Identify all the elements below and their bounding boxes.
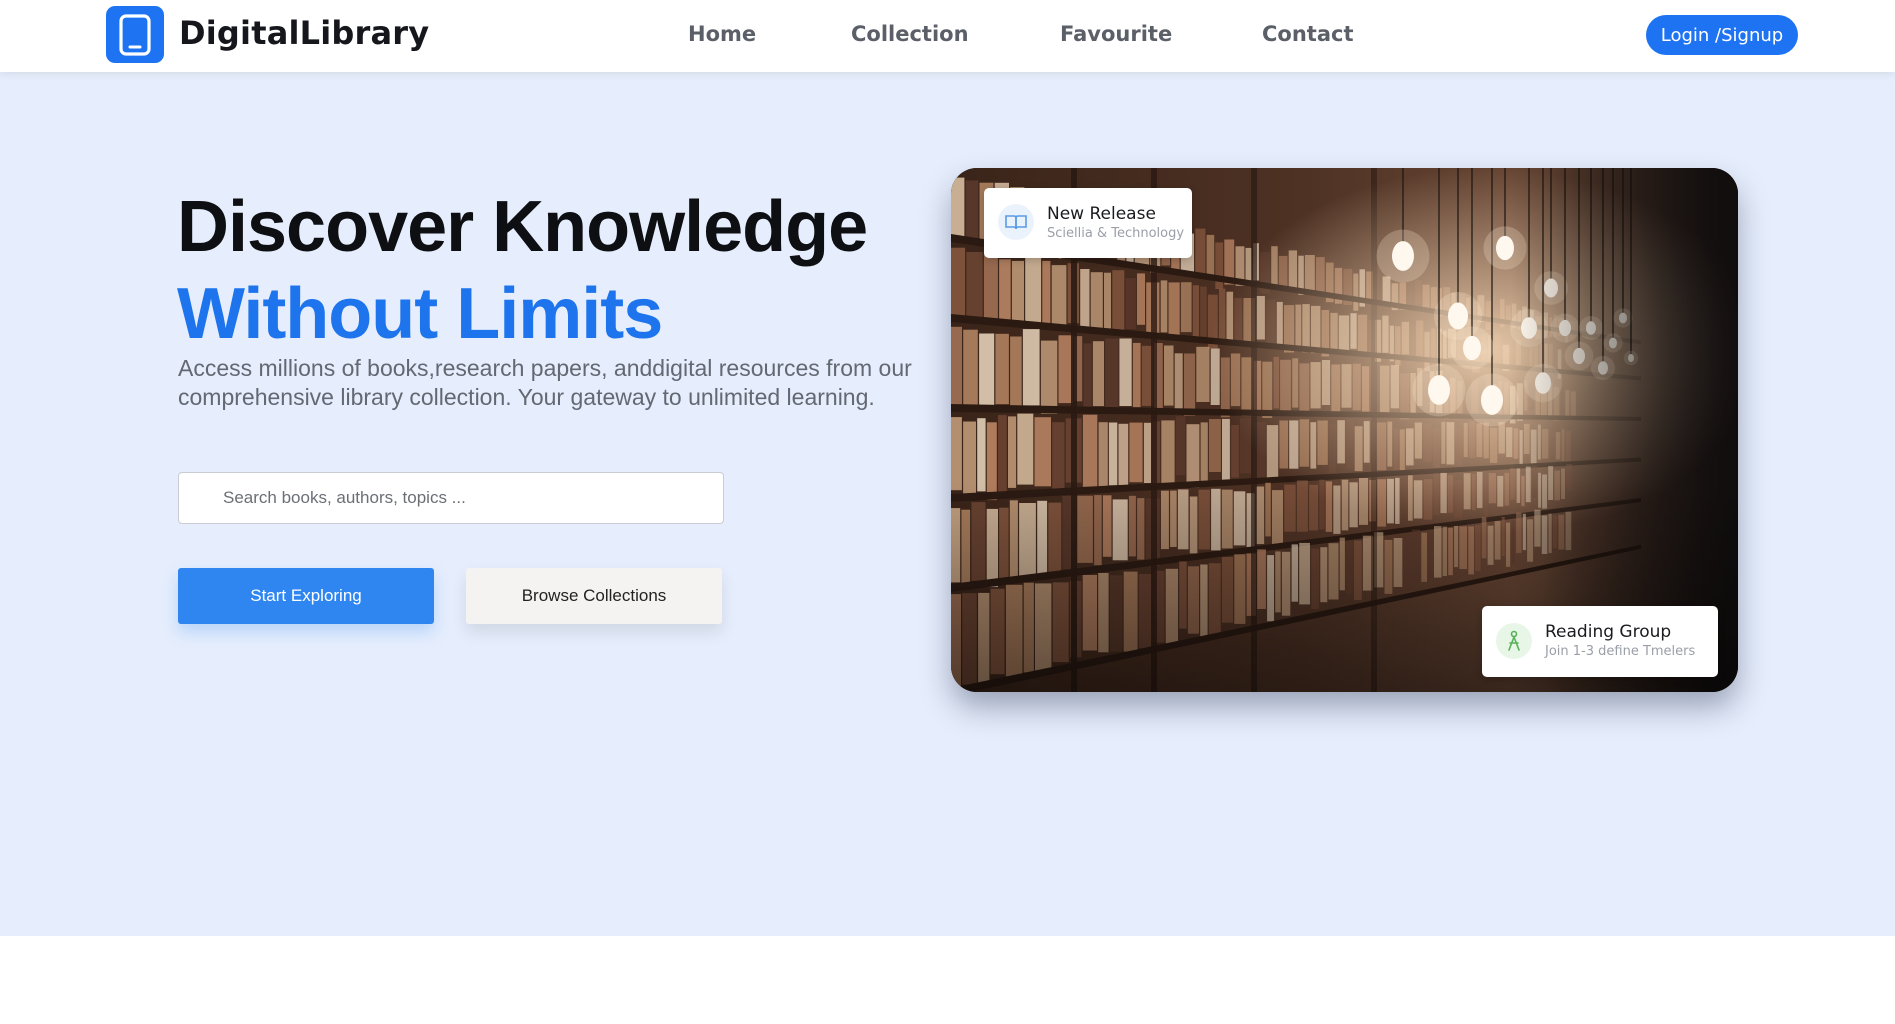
hero-headline-accent: Without Limits xyxy=(177,274,663,354)
open-book-icon xyxy=(998,204,1034,240)
search-bar xyxy=(178,472,724,524)
start-exploring-button[interactable]: Start Exploring xyxy=(178,568,434,624)
login-signup-button[interactable]: Login /Signup xyxy=(1646,15,1798,55)
reading-group-subtitle: Join 1-3 define Tmelers xyxy=(1545,644,1696,659)
reading-group-card[interactable]: Reading Group Join 1-3 define Tmelers xyxy=(1482,606,1718,677)
browse-collections-button[interactable]: Browse Collections xyxy=(466,568,722,624)
tablet-book-icon[interactable] xyxy=(106,6,164,63)
hero-subtitle: Access millions of books,research papers… xyxy=(178,355,912,410)
new-release-card[interactable]: New Release Sciellia & Technology xyxy=(984,188,1192,258)
nav-favourite[interactable]: Favourite xyxy=(1060,22,1172,46)
top-navbar: DigitalLibrary Home Collection Favourite… xyxy=(0,0,1895,72)
brand-name[interactable]: DigitalLibrary xyxy=(179,14,429,52)
reading-group-title: Reading Group xyxy=(1545,622,1672,642)
nav-home[interactable]: Home xyxy=(688,22,756,46)
nav-contact[interactable]: Contact xyxy=(1262,22,1354,46)
new-release-title: New Release xyxy=(1047,204,1156,224)
search-input[interactable] xyxy=(179,473,723,523)
hero-headline: Discover Knowledge xyxy=(177,187,868,267)
nav-collection[interactable]: Collection xyxy=(851,22,969,46)
people-icon xyxy=(1496,623,1532,659)
new-release-subtitle: Sciellia & Technology xyxy=(1047,226,1185,241)
